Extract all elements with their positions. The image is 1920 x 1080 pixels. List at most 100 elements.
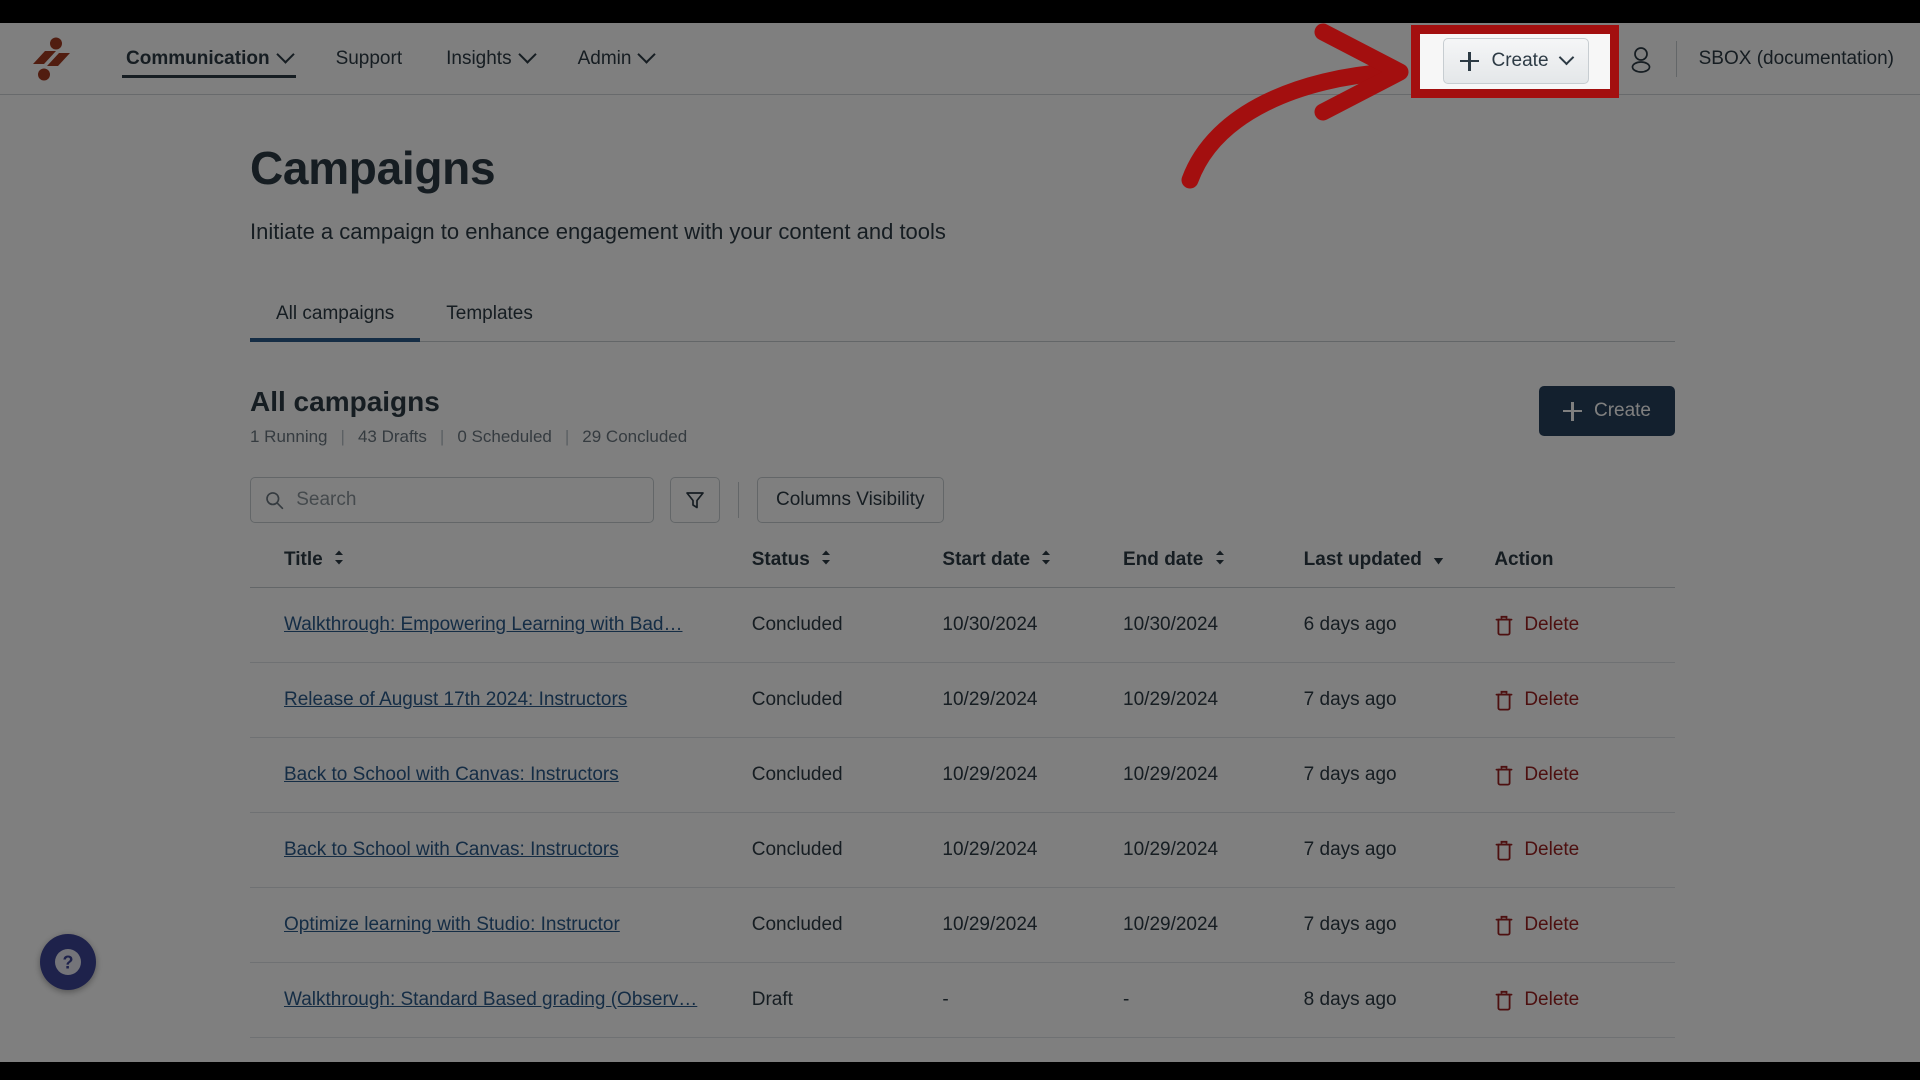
- nav-item-admin-label: Admin: [577, 47, 632, 69]
- top-navigation-bar: Communication Support Insights Admin SBO…: [0, 23, 1920, 95]
- plus-icon: [1460, 51, 1480, 71]
- filter-button[interactable]: [670, 477, 720, 523]
- campaign-action-cell: Delete: [1494, 737, 1675, 813]
- delete-button[interactable]: Delete: [1494, 614, 1675, 636]
- chevron-down-icon: [275, 45, 295, 64]
- campaign-last-updated-cell: 7 days ago: [1303, 887, 1495, 963]
- campaign-action-cell: Delete: [1494, 587, 1675, 663]
- campaign-start-date-cell: 10/29/2024: [942, 887, 1124, 963]
- help-button[interactable]: ?: [40, 934, 96, 990]
- nav-divider: [1675, 40, 1677, 77]
- delete-button[interactable]: Delete: [1494, 989, 1675, 1011]
- nav-item-communication[interactable]: Communication: [104, 23, 314, 94]
- delete-button-label: Delete: [1524, 989, 1580, 1010]
- trash-icon: [1495, 765, 1513, 785]
- column-header-last-updated[interactable]: Last updated: [1303, 549, 1495, 588]
- campaign-start-date: 10/29/2024: [942, 914, 1038, 935]
- campaign-start-date: 10/30/2024: [942, 614, 1038, 635]
- create-button-primary[interactable]: Create: [1538, 386, 1675, 436]
- column-header-title-label: Title: [284, 549, 323, 570]
- delete-button[interactable]: Delete: [1494, 764, 1675, 786]
- campaign-title-link[interactable]: Walkthrough: Standard Based grading (Obs…: [284, 989, 697, 1010]
- campaign-last-updated: 7 days ago: [1303, 839, 1397, 860]
- campaign-last-updated-cell: 8 days ago: [1303, 962, 1495, 1038]
- tab-templates[interactable]: Templates: [420, 289, 559, 341]
- create-button-top-highlighted[interactable]: Create: [1443, 38, 1589, 84]
- table-header-row: Title Status Start date End date Last up…: [250, 549, 1675, 588]
- column-header-start-date[interactable]: Start date: [942, 549, 1124, 588]
- campaign-title-link[interactable]: Optimize learning with Studio: Instructo…: [284, 914, 620, 935]
- campaign-last-updated: 7 days ago: [1303, 914, 1397, 935]
- campaign-start-date: 10/29/2024: [942, 689, 1038, 710]
- delete-button[interactable]: Delete: [1494, 689, 1675, 711]
- screen: Communication Support Insights Admin SBO…: [0, 0, 1920, 1080]
- campaign-start-date-cell: 10/30/2024: [942, 587, 1124, 663]
- page-body: Campaigns Initiate a campaign to enhance…: [0, 95, 1920, 1062]
- columns-visibility-button[interactable]: Columns Visibility: [757, 477, 944, 523]
- stat-drafts: 43 Drafts: [357, 427, 427, 446]
- campaign-status: Concluded: [751, 614, 843, 635]
- campaign-start-date-cell: 10/29/2024: [942, 662, 1124, 738]
- column-header-title[interactable]: Title: [250, 549, 752, 588]
- campaign-end-date: 10/29/2024: [1123, 764, 1219, 785]
- campaign-end-date: 10/29/2024: [1123, 914, 1219, 935]
- campaign-last-updated: 7 days ago: [1303, 689, 1397, 710]
- nav-item-insights-label: Insights: [446, 47, 512, 69]
- campaign-action-cell: Delete: [1494, 662, 1675, 738]
- search-input[interactable]: [296, 489, 639, 511]
- search-box[interactable]: [250, 477, 654, 523]
- campaigns-table: Title Status Start date End date Last up…: [250, 549, 1675, 1038]
- campaign-title-link-cell: Back to School with Canvas: Instructors: [250, 812, 752, 888]
- stat-concluded: 29 Concluded: [582, 427, 688, 446]
- column-header-start-date-label: Start date: [942, 549, 1031, 570]
- column-header-status-label: Status: [751, 549, 810, 570]
- delete-button-label: Delete: [1524, 614, 1580, 635]
- campaign-title-link-cell: Walkthrough: Empowering Learning with Ba…: [250, 587, 752, 663]
- tab-bar: All campaigns Templates: [250, 289, 1675, 342]
- column-header-end-date[interactable]: End date: [1123, 549, 1304, 588]
- tab-all-campaigns[interactable]: All campaigns: [250, 289, 421, 342]
- campaign-end-date: -: [1123, 989, 1130, 1010]
- table-row: Optimize learning with Studio: Instructo…: [250, 887, 1675, 963]
- campaign-last-updated-cell: 7 days ago: [1303, 662, 1495, 738]
- browser-viewport: Communication Support Insights Admin SBO…: [0, 23, 1920, 1062]
- nav-item-insights[interactable]: Insights: [424, 23, 555, 94]
- nav-item-admin[interactable]: Admin: [556, 23, 676, 94]
- nav-item-communication-label: Communication: [126, 47, 270, 69]
- sort-both-icon: [1215, 549, 1225, 571]
- campaign-title-link-cell: Release of August 17th 2024: Instructors: [250, 662, 752, 738]
- user-account-icon[interactable]: [1628, 45, 1654, 73]
- campaign-action-cell: Delete: [1494, 887, 1675, 963]
- campaign-status: Concluded: [751, 914, 843, 935]
- campaign-title-link[interactable]: Walkthrough: Empowering Learning with Ba…: [284, 614, 683, 635]
- account-name-label: SBOX (documentation): [1698, 47, 1894, 69]
- question-mark-icon: ?: [55, 949, 81, 975]
- campaign-title-link[interactable]: Back to School with Canvas: Instructors: [284, 764, 619, 785]
- nav-links: Communication Support Insights Admin: [104, 23, 675, 94]
- campaign-end-date-cell: -: [1123, 962, 1304, 1038]
- delete-button[interactable]: Delete: [1494, 839, 1675, 861]
- campaign-start-date-cell: 10/29/2024: [942, 812, 1124, 888]
- delete-button-label: Delete: [1524, 839, 1580, 860]
- campaign-status-cell: Concluded: [751, 587, 943, 663]
- table-row: Walkthrough: Empowering Learning with Ba…: [250, 587, 1675, 663]
- table-row: Release of August 17th 2024: Instructors…: [250, 662, 1675, 738]
- campaign-start-date-cell: 10/29/2024: [942, 737, 1124, 813]
- campaign-start-date-cell: -: [942, 962, 1124, 1038]
- campaign-status-cell: Draft: [751, 962, 943, 1038]
- column-header-status[interactable]: Status: [751, 549, 943, 588]
- create-button-top-highlighted-label: Create: [1491, 50, 1549, 71]
- campaign-end-date: 10/30/2024: [1123, 614, 1219, 635]
- table-head: Title Status Start date End date Last up…: [250, 549, 1675, 588]
- trash-icon: [1495, 840, 1513, 860]
- campaign-status-cell: Concluded: [751, 812, 943, 888]
- nav-item-support[interactable]: Support: [314, 23, 425, 94]
- table-row: Walkthrough: Standard Based grading (Obs…: [250, 962, 1675, 1038]
- delete-button-label: Delete: [1524, 914, 1580, 935]
- campaign-last-updated: 7 days ago: [1303, 764, 1397, 785]
- campaign-title-link[interactable]: Back to School with Canvas: Instructors: [284, 839, 619, 860]
- campaign-title-link[interactable]: Release of August 17th 2024: Instructors: [284, 689, 627, 710]
- campaign-end-date: 10/29/2024: [1123, 839, 1219, 860]
- delete-button[interactable]: Delete: [1494, 914, 1675, 936]
- brand-logo-icon[interactable]: [0, 23, 104, 94]
